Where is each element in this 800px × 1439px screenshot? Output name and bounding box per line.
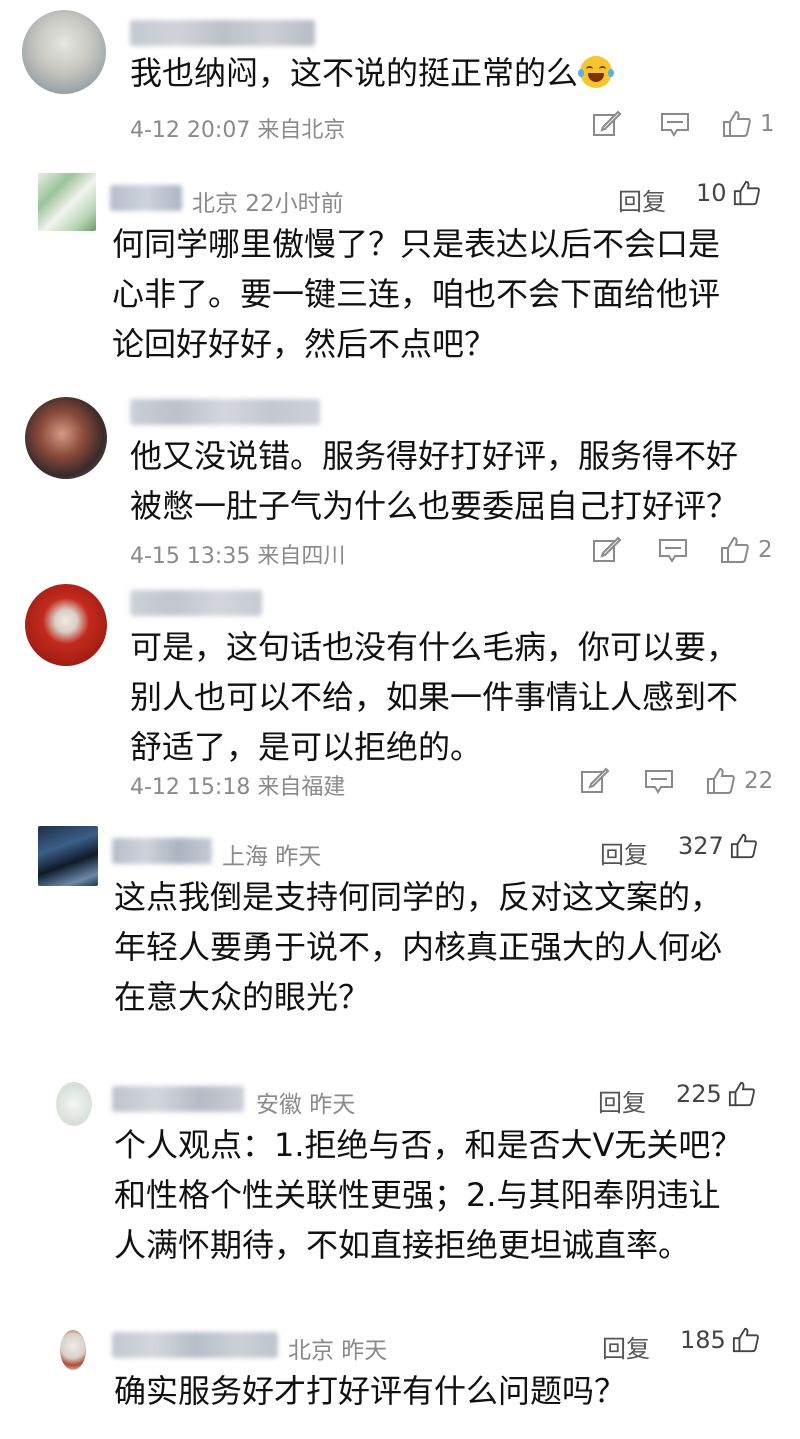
- thumbs-up-icon: [730, 832, 758, 860]
- comment-text-line: 舒适了，是可以拒绝的。: [130, 728, 483, 766]
- like-button[interactable]: 327: [678, 832, 758, 860]
- thumbs-up-icon: [728, 1080, 756, 1108]
- avatar[interactable]: [38, 826, 98, 886]
- comment-icon[interactable]: [658, 538, 688, 564]
- avatar[interactable]: [38, 173, 96, 231]
- thumbs-up-icon: [706, 767, 736, 795]
- reply-button[interactable]: 回复: [602, 1329, 650, 1364]
- like-button[interactable]: 225: [676, 1080, 756, 1108]
- avatar[interactable]: [22, 10, 106, 94]
- comment-text-line: 年轻人要勇于说不，内核真正强大的人何必: [114, 928, 723, 966]
- like-button[interactable]: 185: [680, 1326, 760, 1354]
- comment-text-line: 他又没说错。服务得好打好评，服务得不好: [130, 437, 739, 475]
- comment-5: 上海 昨天 回复 327 这点我倒是支持何同学的，反对这文案的， 年轻人要勇于说…: [0, 820, 800, 1020]
- reply-button[interactable]: 回复: [600, 835, 648, 870]
- like-count: 1: [760, 111, 775, 137]
- comment-text: 何同学哪里傲慢了？只是表达以后不会口是 心非了。要一键三连，咱也不会下面给他评 …: [112, 219, 720, 369]
- comment-text: 我也纳闷，这不说的挺正常的么: [130, 48, 615, 98]
- comment-text-line: 心非了。要一键三连，咱也不会下面给他评: [112, 275, 721, 313]
- comment-6: 安徽 昨天 回复 225 个人观点：1.拒绝与否，和是否大V无关吧？ 和性格个性…: [0, 1072, 800, 1272]
- comment-text-line: 何同学哪里傲慢了？只是表达以后不会口是: [112, 225, 721, 263]
- avatar[interactable]: [25, 584, 107, 666]
- comment-text-line: 论回好好好，然后不点吧？: [112, 325, 497, 363]
- comment-icon[interactable]: [644, 769, 674, 795]
- comment-location-time: 上海 昨天: [222, 844, 322, 870]
- comment-text-line: 这点我倒是支持何同学的，反对这文案的，: [114, 878, 723, 916]
- comment-timestamp: 4-15 13:35 来自四川: [130, 544, 346, 569]
- comment-text-line: 确实服务好才打好评有什么问题吗？: [114, 1372, 627, 1410]
- avatar[interactable]: [25, 397, 107, 479]
- comment-text: 个人观点：1.拒绝与否，和是否大V无关吧？ 和性格个性关联性更强；2.与其阳奉阴…: [114, 1120, 742, 1270]
- reply-button[interactable]: 回复: [598, 1083, 646, 1118]
- reply-button[interactable]: 回复: [618, 182, 666, 217]
- comment-text: 确实服务好才打好评有什么问题吗？: [114, 1366, 626, 1416]
- comment-text: 可是，这句话也没有什么毛病，你可以要， 别人也可以不给，如果一件事情让人感到不 …: [130, 622, 738, 772]
- comment-text-line: 别人也可以不给，如果一件事情让人感到不: [130, 678, 739, 716]
- like-count: 327: [678, 832, 724, 860]
- comment-text-line: 在意大众的眼光？: [114, 978, 371, 1016]
- username-blurred[interactable]: [130, 399, 320, 425]
- username-blurred[interactable]: [112, 1332, 278, 1358]
- comment-location-time: 安徽 昨天: [256, 1092, 356, 1118]
- comment-7: 北京 昨天 回复 185 确实服务好才打好评有什么问题吗？: [0, 1322, 800, 1439]
- like-count: 225: [676, 1080, 722, 1108]
- avatar[interactable]: [60, 1330, 86, 1370]
- like-button[interactable]: 10: [696, 179, 761, 207]
- comment-text-line: 我也纳闷，这不说的挺正常的么: [130, 54, 579, 92]
- thumbs-up-icon: [733, 179, 761, 207]
- comment-text-line: 和性格个性关联性更强；2.与其阳奉阴违让: [114, 1176, 721, 1214]
- username-blurred[interactable]: [130, 20, 315, 46]
- thumbs-up-icon: [732, 1326, 760, 1354]
- like-button[interactable]: 1: [722, 110, 775, 138]
- comment-text-line: 可是，这句话也没有什么毛病，你可以要，: [130, 628, 739, 666]
- like-count: 185: [680, 1326, 726, 1354]
- thumbs-up-icon: [720, 536, 750, 564]
- comment-timestamp: 4-12 20:07 来自北京: [130, 118, 346, 143]
- like-count: 22: [744, 768, 774, 794]
- edit-icon[interactable]: [580, 767, 610, 795]
- comment-text-line: 人满怀期待，不如直接拒绝更坦诚直率。: [114, 1226, 691, 1264]
- comment-2: 北京 22小时前 回复 10 何同学哪里傲慢了？只是表达以后不会口是 心非了。要…: [0, 165, 800, 365]
- comment-location-time: 北京 昨天: [288, 1338, 388, 1364]
- comment-1: 我也纳闷，这不说的挺正常的么 4-12 20:07 来自北京 1: [0, 0, 800, 150]
- like-button[interactable]: 22: [706, 767, 773, 795]
- username-blurred[interactable]: [112, 838, 212, 864]
- comment-text-line: 个人观点：1.拒绝与否，和是否大V无关吧？: [114, 1126, 743, 1164]
- avatar[interactable]: [56, 1082, 92, 1126]
- comment-text: 他又没说错。服务得好打好评，服务得不好 被憋一肚子气为什么也要委屈自己打好评？: [130, 431, 738, 531]
- comment-text: 这点我倒是支持何同学的，反对这文案的， 年轻人要勇于说不，内核真正强大的人何必 …: [114, 872, 722, 1022]
- thumbs-up-icon: [722, 110, 752, 138]
- comment-3: 他又没说错。服务得好打好评，服务得不好 被憋一肚子气为什么也要委屈自己打好评？ …: [0, 385, 800, 575]
- username-blurred[interactable]: [110, 185, 182, 211]
- like-count: 10: [696, 179, 727, 207]
- comment-location-time: 北京 22小时前: [192, 191, 344, 217]
- comment-4: 可是，这句话也没有什么毛病，你可以要， 别人也可以不给，如果一件事情让人感到不 …: [0, 578, 800, 808]
- username-blurred[interactable]: [130, 590, 262, 616]
- comment-icon[interactable]: [660, 112, 690, 138]
- comment-text-line: 被憋一肚子气为什么也要委屈自己打好评？: [130, 487, 739, 525]
- laughing-tears-emoji-icon: [578, 56, 615, 88]
- like-button[interactable]: 2: [720, 536, 773, 564]
- comment-timestamp: 4-12 15:18 来自福建: [130, 775, 346, 800]
- edit-icon[interactable]: [592, 536, 622, 564]
- username-blurred[interactable]: [112, 1086, 244, 1112]
- like-count: 2: [758, 537, 773, 563]
- edit-icon[interactable]: [592, 110, 622, 138]
